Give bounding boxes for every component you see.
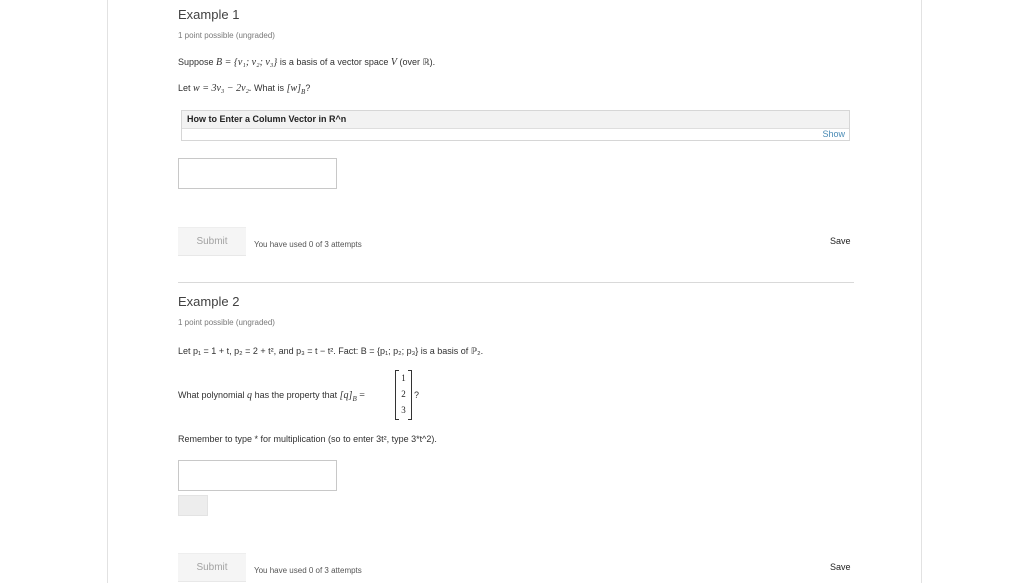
example1-space-math: V [390,57,398,68]
column-vector-help-title: How to Enter a Column Vector in R^n [182,111,849,129]
example2-line2-end: ? [414,390,420,400]
example1-basis-math: B = {v₁; v₂; v₃} [216,57,278,68]
coordinate-vector: 1 2 3 [395,370,412,420]
example1-answer-input[interactable] [178,158,337,189]
example1-line1-suffix2: (over ℝ). [399,57,436,67]
example1-line1-suffix: is a basis of a vector space [279,57,389,67]
example1-title: Example 1 [178,7,240,22]
example2-submit-button[interactable]: Submit [178,553,246,582]
example2-qb-bracket: [q] [339,390,353,401]
example1-line2-prefix: Let [178,83,191,93]
show-help-link[interactable]: Show [822,129,845,139]
example2-answer-input[interactable] [178,460,337,491]
problem-divider [178,282,854,283]
example1-line2: Let w = 3v₃ − 2v₂. What is [w]B? [178,83,854,96]
example1-save-button[interactable]: Save [830,236,851,246]
vector-entry-1: 1 [401,373,406,383]
example1-line2-mid: What is [254,83,285,93]
example2-line1: Let p₁ = 1 + t, p₂ = 2 + t², and p₃ = t … [178,346,484,356]
example2-title: Example 2 [178,294,240,309]
example1-wb-bracket: [w] [286,83,302,94]
vector-entry-3: 3 [401,405,406,415]
example2-save-button[interactable]: Save [830,562,851,572]
example1-submit-button[interactable]: Submit [178,227,246,256]
example1-header: Example 1 1 point possible (ungraded) [178,7,854,40]
example2-qb-sub: B [352,395,357,403]
example2-meta: 1 point possible (ungraded) [178,318,275,327]
example2-hint: Remember to type * for multiplication (s… [178,434,437,444]
example2-header: Example 2 1 point possible (ungraded) [178,294,854,327]
example1-line1-prefix: Suppose [178,57,214,67]
example2-equals: = [359,390,365,401]
example1-line1: Suppose B = {v₁; v₂; v₃} is a basis of a… [178,57,854,68]
example1-wb-math: [w]B [286,83,306,96]
example1-meta: 1 point possible (ungraded) [178,31,275,40]
example2-line2-mid: has the property that [254,390,338,400]
example2-qb-math: [q]B [339,390,357,403]
example2-attempts-text: You have used 0 of 3 attempts [254,566,362,575]
vector-entry-2: 2 [401,389,406,399]
example1-attempts-text: You have used 0 of 3 attempts [254,240,362,249]
example2-line2-prefix: What polynomial [178,390,245,400]
column-vector-help-panel: How to Enter a Column Vector in R^n Show [181,110,850,141]
math-preview-button[interactable] [178,495,208,516]
example1-line2-end: ? [305,83,311,93]
example2-line2: What polynomial q has the property that … [178,390,854,403]
example2-q-math: q [247,390,253,401]
example1-w-math: w = 3v₃ − 2v₂. [193,83,252,94]
